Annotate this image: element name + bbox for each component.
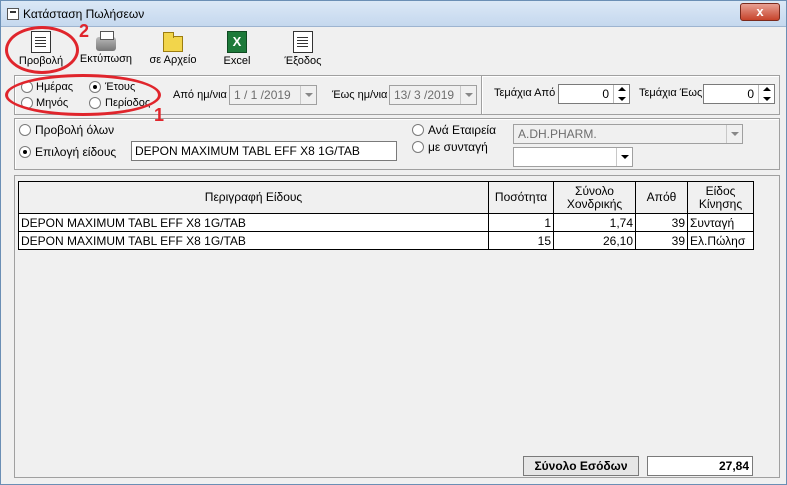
spinner-arrows-icon[interactable] [613, 85, 629, 103]
spinner-arrows-icon[interactable] [758, 85, 774, 103]
header-quantity[interactable]: Ποσότητα [488, 181, 554, 214]
cell-quantity: 15 [488, 231, 554, 250]
item-input[interactable]: DEPON MAXIMUM TABL EFF X8 1G/TAB [131, 141, 397, 161]
pieces-from-value: 0 [602, 87, 609, 101]
with-prescription-label: με συνταγή [428, 140, 488, 154]
pieces-to-spinner[interactable]: 0 [703, 84, 775, 104]
title-bar[interactable]: Κατάσταση Πωλήσεων x [1, 1, 786, 27]
pieces-to-label: Τεμάχια Έως [639, 87, 703, 99]
cell-wholesale-total: 1,74 [553, 213, 636, 232]
select-item-label: Επιλογή είδους [35, 145, 117, 159]
header-wholesale-total[interactable]: Σύνολο Χονδρικής [553, 181, 636, 214]
save-to-file-label: σε Αρχείο [149, 54, 197, 66]
excel-button-label: Excel [223, 55, 251, 67]
excel-icon: X [227, 31, 247, 53]
cell-description: DEPON MAXIMUM TABL EFF X8 1G/TAB [18, 231, 489, 250]
print-button-label: Εκτύπωση [79, 53, 133, 65]
chevron-down-icon[interactable] [300, 86, 316, 104]
annotation-circle-2 [5, 26, 79, 74]
chevron-down-icon[interactable] [460, 86, 476, 104]
save-to-file-button[interactable]: σε Αρχείο [143, 31, 203, 71]
pieces-from-spinner[interactable]: 0 [558, 84, 630, 104]
pieces-to-value: 0 [747, 87, 754, 101]
company-value: A.DH.PHARM. [518, 127, 597, 141]
table-row[interactable]: DEPON MAXIMUM TABL EFF X8 1G/TAB 15 26,1… [18, 231, 754, 250]
with-prescription-radio[interactable] [412, 141, 424, 153]
cell-quantity: 1 [488, 213, 554, 232]
annotation-number-2: 2 [79, 21, 90, 41]
date-to-value: 13/ 3 /2019 [394, 88, 455, 102]
by-company-radio[interactable] [412, 124, 424, 136]
close-button[interactable]: x [740, 3, 780, 21]
cell-stock: 39 [635, 213, 688, 232]
window-title: Κατάσταση Πωλήσεων [23, 7, 145, 21]
view-all-radio[interactable] [19, 124, 31, 136]
date-to-picker[interactable]: 13/ 3 /2019 [389, 85, 477, 105]
select-item-radio[interactable] [19, 146, 31, 158]
cell-wholesale-total: 26,10 [553, 231, 636, 250]
total-income-value: 27,84 [647, 456, 753, 476]
cell-description: DEPON MAXIMUM TABL EFF X8 1G/TAB [18, 213, 489, 232]
pieces-from-label: Τεμάχια Από [494, 87, 556, 99]
prescription-select[interactable] [513, 147, 633, 167]
app-icon [7, 8, 19, 20]
excel-button[interactable]: X Excel [217, 31, 257, 71]
printer-icon [96, 31, 116, 51]
results-table: Περιγραφή Είδους Ποσότητα Σύνολο Χονδρικ… [18, 181, 754, 250]
cell-stock: 39 [635, 231, 688, 250]
header-description[interactable]: Περιγραφή Είδους [18, 181, 489, 214]
header-movement-type[interactable]: Είδος Κίνησης [687, 181, 754, 214]
date-from-label: Από ημ/νια [173, 89, 227, 101]
chevron-down-icon[interactable] [726, 125, 742, 143]
exit-button[interactable]: Έξοδος [279, 31, 327, 71]
date-to-label: Έως ημ/νια [332, 89, 388, 101]
exit-icon [293, 31, 313, 53]
annotation-circle-1 [5, 74, 161, 116]
date-from-value: 1 / 1 /2019 [234, 88, 291, 102]
header-stock[interactable]: Απόθ [635, 181, 688, 214]
company-select[interactable]: A.DH.PHARM. [513, 124, 743, 144]
date-from-picker[interactable]: 1 / 1 /2019 [229, 85, 317, 105]
view-all-label: Προβολή όλων [35, 123, 115, 137]
folder-icon [163, 32, 183, 52]
sales-report-window: Κατάσταση Πωλήσεων x Προβολή Εκτύπωση σε… [0, 0, 787, 485]
by-company-label: Ανά Εταιρεία [428, 123, 497, 137]
table-row[interactable]: DEPON MAXIMUM TABL EFF X8 1G/TAB 1 1,74 … [18, 213, 754, 232]
chevron-down-icon[interactable] [616, 148, 632, 166]
cell-movement-type: Ελ.Πώλησ [687, 231, 754, 250]
annotation-number-1: 1 [154, 105, 165, 125]
table-header-row: Περιγραφή Είδους Ποσότητα Σύνολο Χονδρικ… [18, 181, 754, 214]
cell-movement-type: Συνταγή [687, 213, 754, 232]
total-income-label: Σύνολο Εσόδων [523, 456, 639, 476]
exit-button-label: Έξοδος [284, 55, 322, 67]
